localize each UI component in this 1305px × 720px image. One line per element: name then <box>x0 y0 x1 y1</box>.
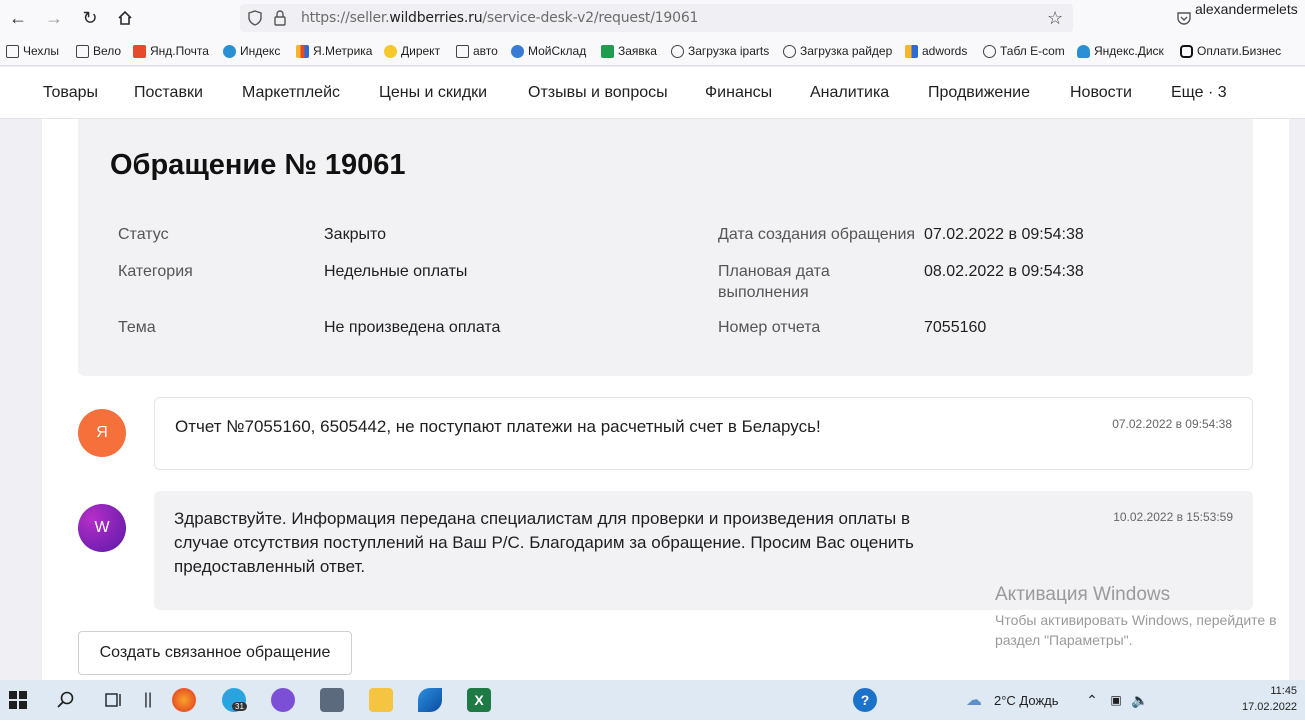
nav-item-prices[interactable]: Цены и скидки <box>379 84 487 102</box>
direct-icon <box>384 44 397 58</box>
bookmark-item[interactable]: Загрузка iparts <box>671 44 769 58</box>
status-label: Статус <box>118 226 169 243</box>
nav-item-more[interactable]: Еще · 3 <box>1171 84 1227 102</box>
calculator-icon[interactable] <box>320 688 344 712</box>
shield-icon[interactable] <box>248 10 262 31</box>
oplati-icon <box>1180 44 1193 58</box>
pocket-icon[interactable] <box>1176 10 1192 31</box>
weather-text[interactable]: 2°C Дождь <box>994 693 1059 708</box>
bookmark-item[interactable]: adwords <box>905 44 967 58</box>
telegram-icon[interactable]: 31 <box>222 688 247 712</box>
windows-activation-watermark: Активация Windows Чтобы активировать Win… <box>995 584 1277 650</box>
nav-item-goods[interactable]: Товары <box>43 84 98 102</box>
watermark-text: Чтобы активировать Windows, перейдите вр… <box>995 612 1277 648</box>
folder-icon <box>6 44 19 58</box>
bookmarks-bar: Чехлы Вело Янд.Почта Индекс Я.Метрика Ди… <box>0 36 1305 66</box>
watermark-title: Активация Windows <box>995 584 1171 605</box>
planned-value: 08.02.2022 в 09:54:38 <box>924 263 1084 280</box>
file-explorer-icon[interactable] <box>369 688 393 712</box>
help-icon[interactable]: ? <box>853 688 877 712</box>
system-clock[interactable]: 11:45 17.02.2022 <box>1242 683 1297 715</box>
bookmark-item[interactable]: Вело <box>76 44 121 58</box>
planned-label: Плановая дата выполнения <box>718 263 830 301</box>
request-card: Обращение № 19061 Статус Закрыто Категор… <box>78 119 1253 376</box>
topic-value: Не произведена оплата <box>324 319 501 336</box>
message-date: 07.02.2022 в 09:54:38 <box>1112 417 1232 431</box>
moysklad-icon <box>511 44 524 58</box>
bookmark-item[interactable]: Чехлы <box>6 44 59 58</box>
url-text: https://seller.wildberries.ru/service-de… <box>301 10 699 26</box>
bookmark-item[interactable]: Оплати.Бизнес <box>1180 44 1281 58</box>
task-view-icon[interactable] <box>102 688 126 712</box>
rain-icon: ☁ <box>966 692 982 709</box>
bookmark-item[interactable]: Янд.Почта <box>133 44 209 58</box>
report-value: 7055160 <box>924 319 987 336</box>
globe-icon <box>671 44 684 58</box>
category-value: Недельные оплаты <box>324 263 468 280</box>
notification-badge: 31 <box>232 702 247 711</box>
viber-icon[interactable] <box>271 688 295 712</box>
category-label: Категория <box>118 263 193 280</box>
firefox-icon[interactable] <box>172 688 196 712</box>
folder-icon <box>76 44 89 58</box>
created-value: 07.02.2022 в 09:54:38 <box>924 226 1084 243</box>
topic-label: Тема <box>118 319 156 336</box>
nav-item-supplies[interactable]: Поставки <box>134 84 203 102</box>
report-label: Номер отчета <box>718 319 821 336</box>
browser-toolbar: ← → ↻ https://seller.wildberries.ru/serv… <box>0 0 1305 36</box>
windows-start-icon[interactable] <box>6 688 30 712</box>
forward-icon[interactable]: → <box>42 6 66 30</box>
main-nav: Товары Поставки Маркетплейс Цены и скидк… <box>0 67 1305 119</box>
status-value: Закрыто <box>324 226 387 243</box>
globe-icon <box>783 44 796 58</box>
globe-icon <box>983 44 996 58</box>
bookmark-item[interactable]: Загрузка райдер <box>783 44 892 58</box>
edge-icon[interactable] <box>418 688 442 712</box>
address-bar[interactable]: https://seller.wildberries.ru/service-de… <box>240 4 1073 32</box>
index-icon <box>223 44 236 58</box>
search-icon[interactable] <box>54 688 78 712</box>
star-icon[interactable]: ☆ <box>1047 8 1063 29</box>
bookmark-item[interactable]: МойСклад <box>511 44 586 58</box>
bookmark-item[interactable]: Индекс <box>223 44 280 58</box>
created-label: Дата создания обращения <box>718 226 916 243</box>
reload-icon[interactable]: ↻ <box>78 6 102 30</box>
mail-icon <box>133 44 146 58</box>
home-icon[interactable] <box>113 6 137 30</box>
bookmark-item[interactable]: Заявка <box>601 44 657 58</box>
lock-icon[interactable] <box>274 10 286 31</box>
taskbar: || 31 X ? ☁ 2°C Дождь ⌃ ▣ 🔈 <box>0 680 1305 720</box>
nav-item-finance[interactable]: Финансы <box>705 84 772 102</box>
message-date: 10.02.2022 в 15:53:59 <box>1113 510 1233 524</box>
nav-item-reviews[interactable]: Отзывы и вопросы <box>528 84 668 102</box>
excel-icon[interactable]: X <box>467 688 491 712</box>
network-icon[interactable]: ▣ <box>1104 688 1128 712</box>
metrika-icon <box>296 44 309 58</box>
page-title: Обращение № 19061 <box>110 149 406 181</box>
message-text: Здравствуйте. Информация передана специа… <box>174 509 914 576</box>
speaker-icon[interactable]: 🔈 <box>1128 688 1152 712</box>
sheets-icon <box>601 44 614 58</box>
bookmark-item[interactable]: Я.Метрика <box>296 44 372 58</box>
folder-icon <box>456 44 469 58</box>
disk-icon <box>1077 44 1090 58</box>
chevron-up-icon[interactable]: ⌃ <box>1080 688 1104 712</box>
divider-icon: || <box>143 691 153 708</box>
back-icon[interactable]: ← <box>6 6 30 30</box>
bookmark-item[interactable]: авто <box>456 44 498 58</box>
nav-item-analytics[interactable]: Аналитика <box>810 84 889 102</box>
nav-item-news[interactable]: Новости <box>1070 84 1132 102</box>
create-related-request-button[interactable]: Создать связанное обращение <box>78 631 352 675</box>
user-name[interactable]: alexandermelets <box>1195 1 1298 17</box>
bookmark-item[interactable]: Яндекс.Диск <box>1077 44 1164 58</box>
message-text: Отчет №7055160, 6505442, не поступают пл… <box>175 417 821 436</box>
nav-item-promotion[interactable]: Продвижение <box>928 84 1030 102</box>
nav-item-marketplace[interactable]: Маркетплейс <box>242 84 340 102</box>
adwords-icon <box>905 44 918 58</box>
message-user: Отчет №7055160, 6505442, не поступают пл… <box>154 397 1253 470</box>
avatar: W <box>78 504 126 552</box>
bookmark-item[interactable]: Директ <box>384 44 440 58</box>
avatar: Я <box>78 409 126 457</box>
bookmark-item[interactable]: Табл E-com <box>983 44 1065 58</box>
